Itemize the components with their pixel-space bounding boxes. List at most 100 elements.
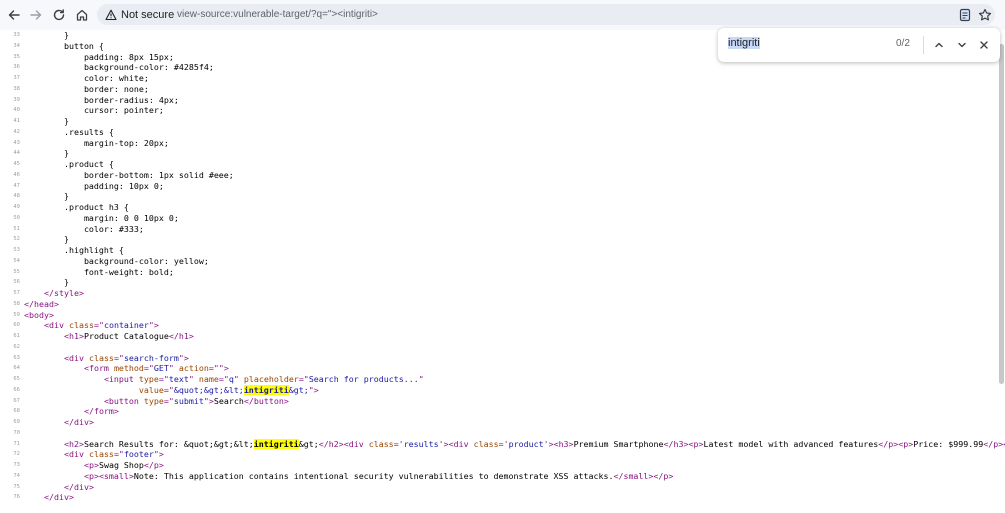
browser-toolbar: Not secure view-source:vulnerable-target… xyxy=(0,0,1005,30)
source-token: cursor: pointer; xyxy=(24,105,164,116)
source-code: } xyxy=(24,191,69,202)
source-line: 61 <h1>Product Catalogue</h1> xyxy=(0,331,1005,342)
source-token: placeholder xyxy=(243,374,299,384)
source-code: <button type="submit">Search</button> xyxy=(24,396,289,407)
source-token: results xyxy=(403,438,439,449)
line-number: 75 xyxy=(13,483,20,490)
source-token: padding: 8px 15px; xyxy=(24,51,174,62)
page-action-button[interactable] xyxy=(957,7,973,23)
source-code: } xyxy=(24,116,69,127)
source-code: </head> xyxy=(24,299,59,310)
source-token: =" xyxy=(158,374,169,384)
star-icon xyxy=(978,8,992,21)
find-next-button[interactable] xyxy=(954,37,970,53)
source-line: 50 margin: 0 0 10px 0; xyxy=(0,213,1005,224)
source-token: "> xyxy=(203,395,214,406)
address-bar[interactable]: Not secure view-source:vulnerable-target… xyxy=(97,4,995,25)
home-button[interactable] xyxy=(70,3,94,27)
source-token: '><h3> xyxy=(543,438,574,449)
source-line: 53 .highlight { xyxy=(0,245,1005,256)
source-line: 66 value="&quot;&gt;&lt;intigriti&gt;"> xyxy=(0,384,1005,396)
source-token: margin-top: 20px; xyxy=(24,137,169,148)
line-number: 40 xyxy=(13,107,20,114)
line-number: 74 xyxy=(13,472,20,479)
source-token: </div> xyxy=(63,417,94,427)
find-match-highlight: intigriti xyxy=(253,438,299,449)
source-token: } xyxy=(24,30,69,40)
source-token: " xyxy=(233,374,244,384)
source-token xyxy=(24,460,84,470)
scrollbar-thumb[interactable] xyxy=(999,44,1004,384)
source-code: border-bottom: 1px solid #eee; xyxy=(24,170,234,181)
source-token: =" xyxy=(163,384,174,395)
source-line: 46 border-bottom: 1px solid #eee; xyxy=(0,170,1005,181)
source-token: Search for products... xyxy=(308,374,419,384)
source-line: 57 </style> xyxy=(0,288,1005,299)
source-code: cursor: pointer; xyxy=(24,105,164,116)
source-token: footer xyxy=(123,449,154,460)
line-number: 50 xyxy=(13,214,20,221)
source-line: 48 } xyxy=(0,191,1005,202)
source-token: .results { xyxy=(24,126,114,137)
reload-button[interactable] xyxy=(47,3,71,27)
line-number: 55 xyxy=(13,268,20,275)
source-token: </p><p> xyxy=(878,438,914,449)
source-line: 40 cursor: pointer; xyxy=(0,105,1005,116)
source-line: 42 .results { xyxy=(0,127,1005,138)
line-number: 59 xyxy=(13,311,20,318)
find-close-button[interactable] xyxy=(976,37,992,53)
source-code: .results { xyxy=(24,127,114,138)
line-number: 67 xyxy=(13,397,20,404)
source-token: Price: $999.99 xyxy=(913,438,984,449)
line-number: 70 xyxy=(13,429,20,436)
source-code: border-radius: 4px; xyxy=(24,95,179,106)
source-token: <button xyxy=(103,395,144,406)
source-code: <h2>Search Results for: &quot;&gt;&lt;in… xyxy=(24,438,1005,450)
line-number: 34 xyxy=(13,42,20,49)
source-line: 69 </div> xyxy=(0,417,1005,428)
line-number: 33 xyxy=(13,32,20,38)
find-input[interactable]: intigriti xyxy=(728,37,760,49)
back-button[interactable] xyxy=(2,3,26,27)
line-number: 41 xyxy=(13,118,20,124)
source-line: 75 </div> xyxy=(0,482,1005,493)
source-line: 44 } xyxy=(0,148,1005,159)
document-icon xyxy=(959,8,971,22)
source-line: 49 .product h3 { xyxy=(0,202,1005,213)
source-token: } xyxy=(24,277,69,288)
source-line: 64 <form method="GET" action=""> xyxy=(0,363,1005,374)
find-match-highlight: intigriti xyxy=(243,384,289,395)
source-token xyxy=(24,471,84,481)
source-token: type xyxy=(143,395,164,406)
source-token: </head> xyxy=(24,298,59,309)
source-token: border-radius: 4px; xyxy=(24,94,179,105)
source-token xyxy=(24,320,44,330)
source-line: 63 <div class="search-form"> xyxy=(0,353,1005,364)
line-number: 46 xyxy=(13,171,20,178)
bookmark-button[interactable] xyxy=(977,7,993,23)
source-token xyxy=(24,449,64,459)
scrollbar[interactable] xyxy=(997,30,1005,513)
source-token: &gt; xyxy=(288,384,309,395)
url-text[interactable]: view-source:vulnerable-target/?q="><inti… xyxy=(177,4,378,25)
find-previous-button[interactable] xyxy=(931,37,947,53)
source-token: Swag Shop xyxy=(98,460,144,470)
source-line: 72 <div class="footer"> xyxy=(0,449,1005,460)
source-token: <div xyxy=(63,449,89,460)
source-token: " xyxy=(418,374,424,384)
line-number: 68 xyxy=(13,408,20,415)
source-code: border: none; xyxy=(24,84,149,95)
source-token: =" xyxy=(163,395,174,406)
forward-button[interactable] xyxy=(24,3,48,27)
line-number: 61 xyxy=(13,333,20,339)
chevron-down-icon xyxy=(958,42,966,48)
line-number: 76 xyxy=(13,494,20,501)
line-number: 52 xyxy=(13,236,20,243)
site-info-button[interactable]: Not secure xyxy=(105,4,174,25)
source-token: button { xyxy=(24,40,104,51)
source-code: margin-top: 20px; xyxy=(24,138,169,149)
source-token: color: white; xyxy=(24,73,149,83)
source-token xyxy=(24,363,84,373)
source-token: value xyxy=(138,384,164,395)
source-token: .product { xyxy=(24,159,114,169)
